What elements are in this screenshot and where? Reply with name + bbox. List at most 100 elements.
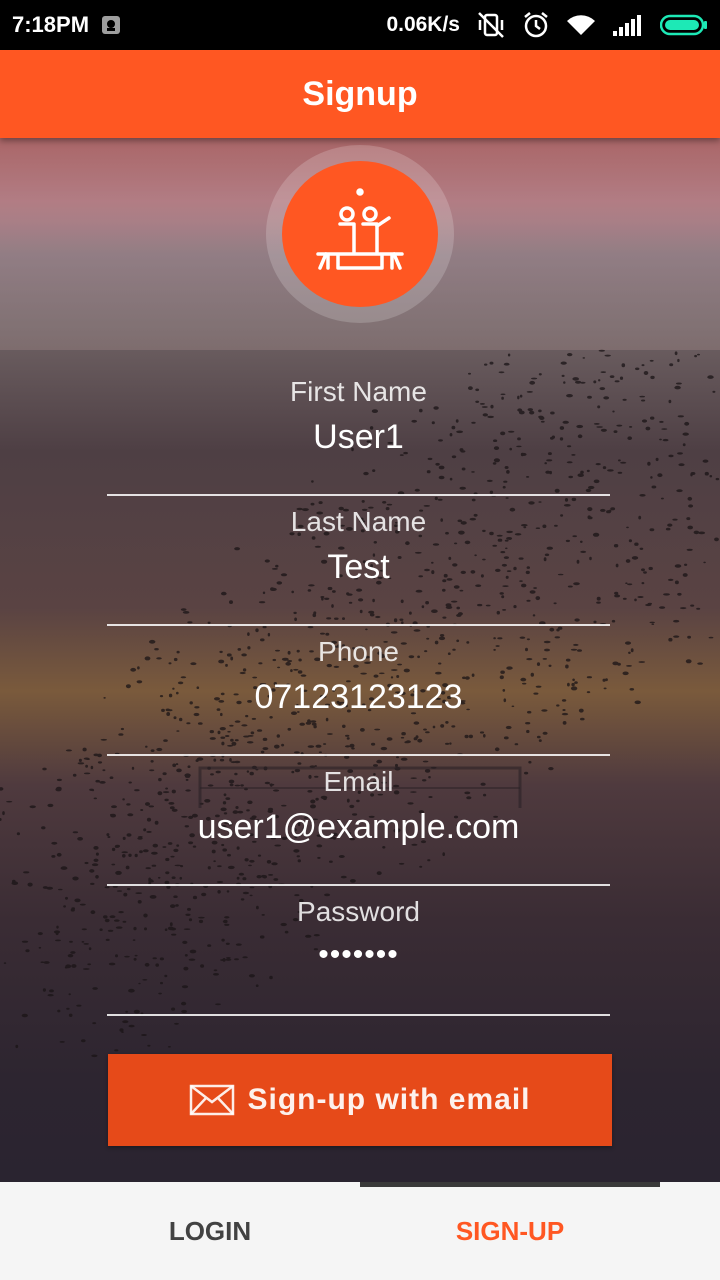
bird [682, 443, 686, 447]
bird [93, 753, 99, 757]
bird [650, 375, 655, 380]
bird [81, 928, 87, 931]
bird [99, 781, 106, 784]
bird [714, 537, 719, 542]
bird [687, 525, 693, 530]
bird [668, 454, 674, 458]
bird [712, 390, 716, 393]
bird [643, 371, 649, 375]
bird [617, 662, 621, 666]
bird [15, 1044, 19, 1049]
bird [614, 380, 620, 383]
bird [68, 993, 71, 996]
bird [696, 607, 701, 610]
bird [641, 419, 648, 423]
mail-icon [190, 1084, 235, 1116]
bird [128, 1024, 135, 1028]
bird [690, 472, 696, 475]
bird [638, 661, 646, 663]
password-field[interactable]: Password ••••••• [107, 886, 610, 1016]
bird [628, 651, 631, 654]
bird [614, 594, 621, 598]
bird [70, 951, 76, 954]
first-name-field[interactable]: First Name User1 [107, 366, 610, 496]
bird [147, 1044, 151, 1047]
bird [83, 757, 90, 760]
tab-login[interactable]: LOGIN [60, 1182, 360, 1280]
bird [647, 461, 651, 466]
tab-signup-label: SIGN-UP [455, 1215, 565, 1246]
bird [91, 1054, 98, 1058]
last-name-field[interactable]: Last Name Test [107, 496, 610, 626]
bird [21, 940, 29, 943]
status-time: 7:18PM [12, 12, 90, 37]
bird [93, 858, 99, 862]
bird [688, 504, 694, 508]
bird [676, 489, 683, 493]
bird [55, 939, 61, 942]
bird [620, 461, 627, 464]
bird [627, 436, 632, 441]
bird [65, 749, 72, 752]
bird [95, 875, 99, 879]
bird [614, 591, 619, 595]
bird [639, 395, 645, 398]
bird [641, 582, 645, 585]
bird [697, 353, 700, 356]
bird [669, 363, 674, 367]
bird [89, 869, 95, 873]
first-name-input[interactable]: User1 [107, 418, 610, 457]
bird [684, 563, 688, 566]
bird [83, 772, 91, 775]
bird [617, 471, 623, 474]
bird [90, 765, 94, 770]
bird [655, 457, 659, 462]
bird [27, 882, 33, 887]
bird [103, 697, 106, 699]
bird [119, 1028, 124, 1032]
bird [627, 583, 633, 586]
password-input[interactable]: ••••••• [107, 938, 610, 972]
bird [41, 826, 46, 830]
tab-signup[interactable]: SIGN-UP [360, 1182, 660, 1280]
bird [90, 910, 96, 915]
battery-icon [660, 14, 708, 36]
bird [91, 863, 99, 867]
bird [638, 515, 642, 520]
bird [0, 818, 2, 821]
bottom-tab-bar: LOGIN SIGN-UP [0, 1182, 720, 1280]
bird [651, 485, 657, 489]
bird [682, 573, 688, 577]
bird [97, 761, 103, 764]
email-input[interactable]: user1@example.com [107, 808, 610, 847]
signal-icon [612, 13, 644, 37]
bird [85, 764, 88, 768]
phone-field[interactable]: Phone 07123123123 [107, 626, 610, 756]
bird [77, 762, 85, 765]
bird [60, 866, 68, 870]
bird [83, 968, 90, 970]
bird [76, 1004, 82, 1007]
last-name-input[interactable]: Test [107, 548, 610, 587]
bird [674, 351, 678, 356]
bird [641, 568, 645, 572]
bird [659, 438, 662, 441]
bird [682, 432, 689, 436]
bird [648, 566, 653, 571]
bird [613, 430, 618, 433]
vibrate-off-icon [476, 11, 506, 39]
bird [615, 563, 619, 568]
bird [709, 475, 713, 478]
signup-with-email-button[interactable]: Sign-up with email [108, 1054, 612, 1146]
bird [93, 797, 98, 800]
bird [660, 497, 664, 500]
bird [659, 420, 664, 423]
bird [25, 949, 30, 953]
bird [613, 544, 619, 548]
bird [6, 800, 13, 803]
bird [667, 523, 673, 527]
bird [677, 452, 683, 455]
phone-input[interactable]: 07123123123 [107, 678, 610, 717]
email-field[interactable]: Email user1@example.com [107, 756, 610, 886]
bird [637, 596, 644, 598]
